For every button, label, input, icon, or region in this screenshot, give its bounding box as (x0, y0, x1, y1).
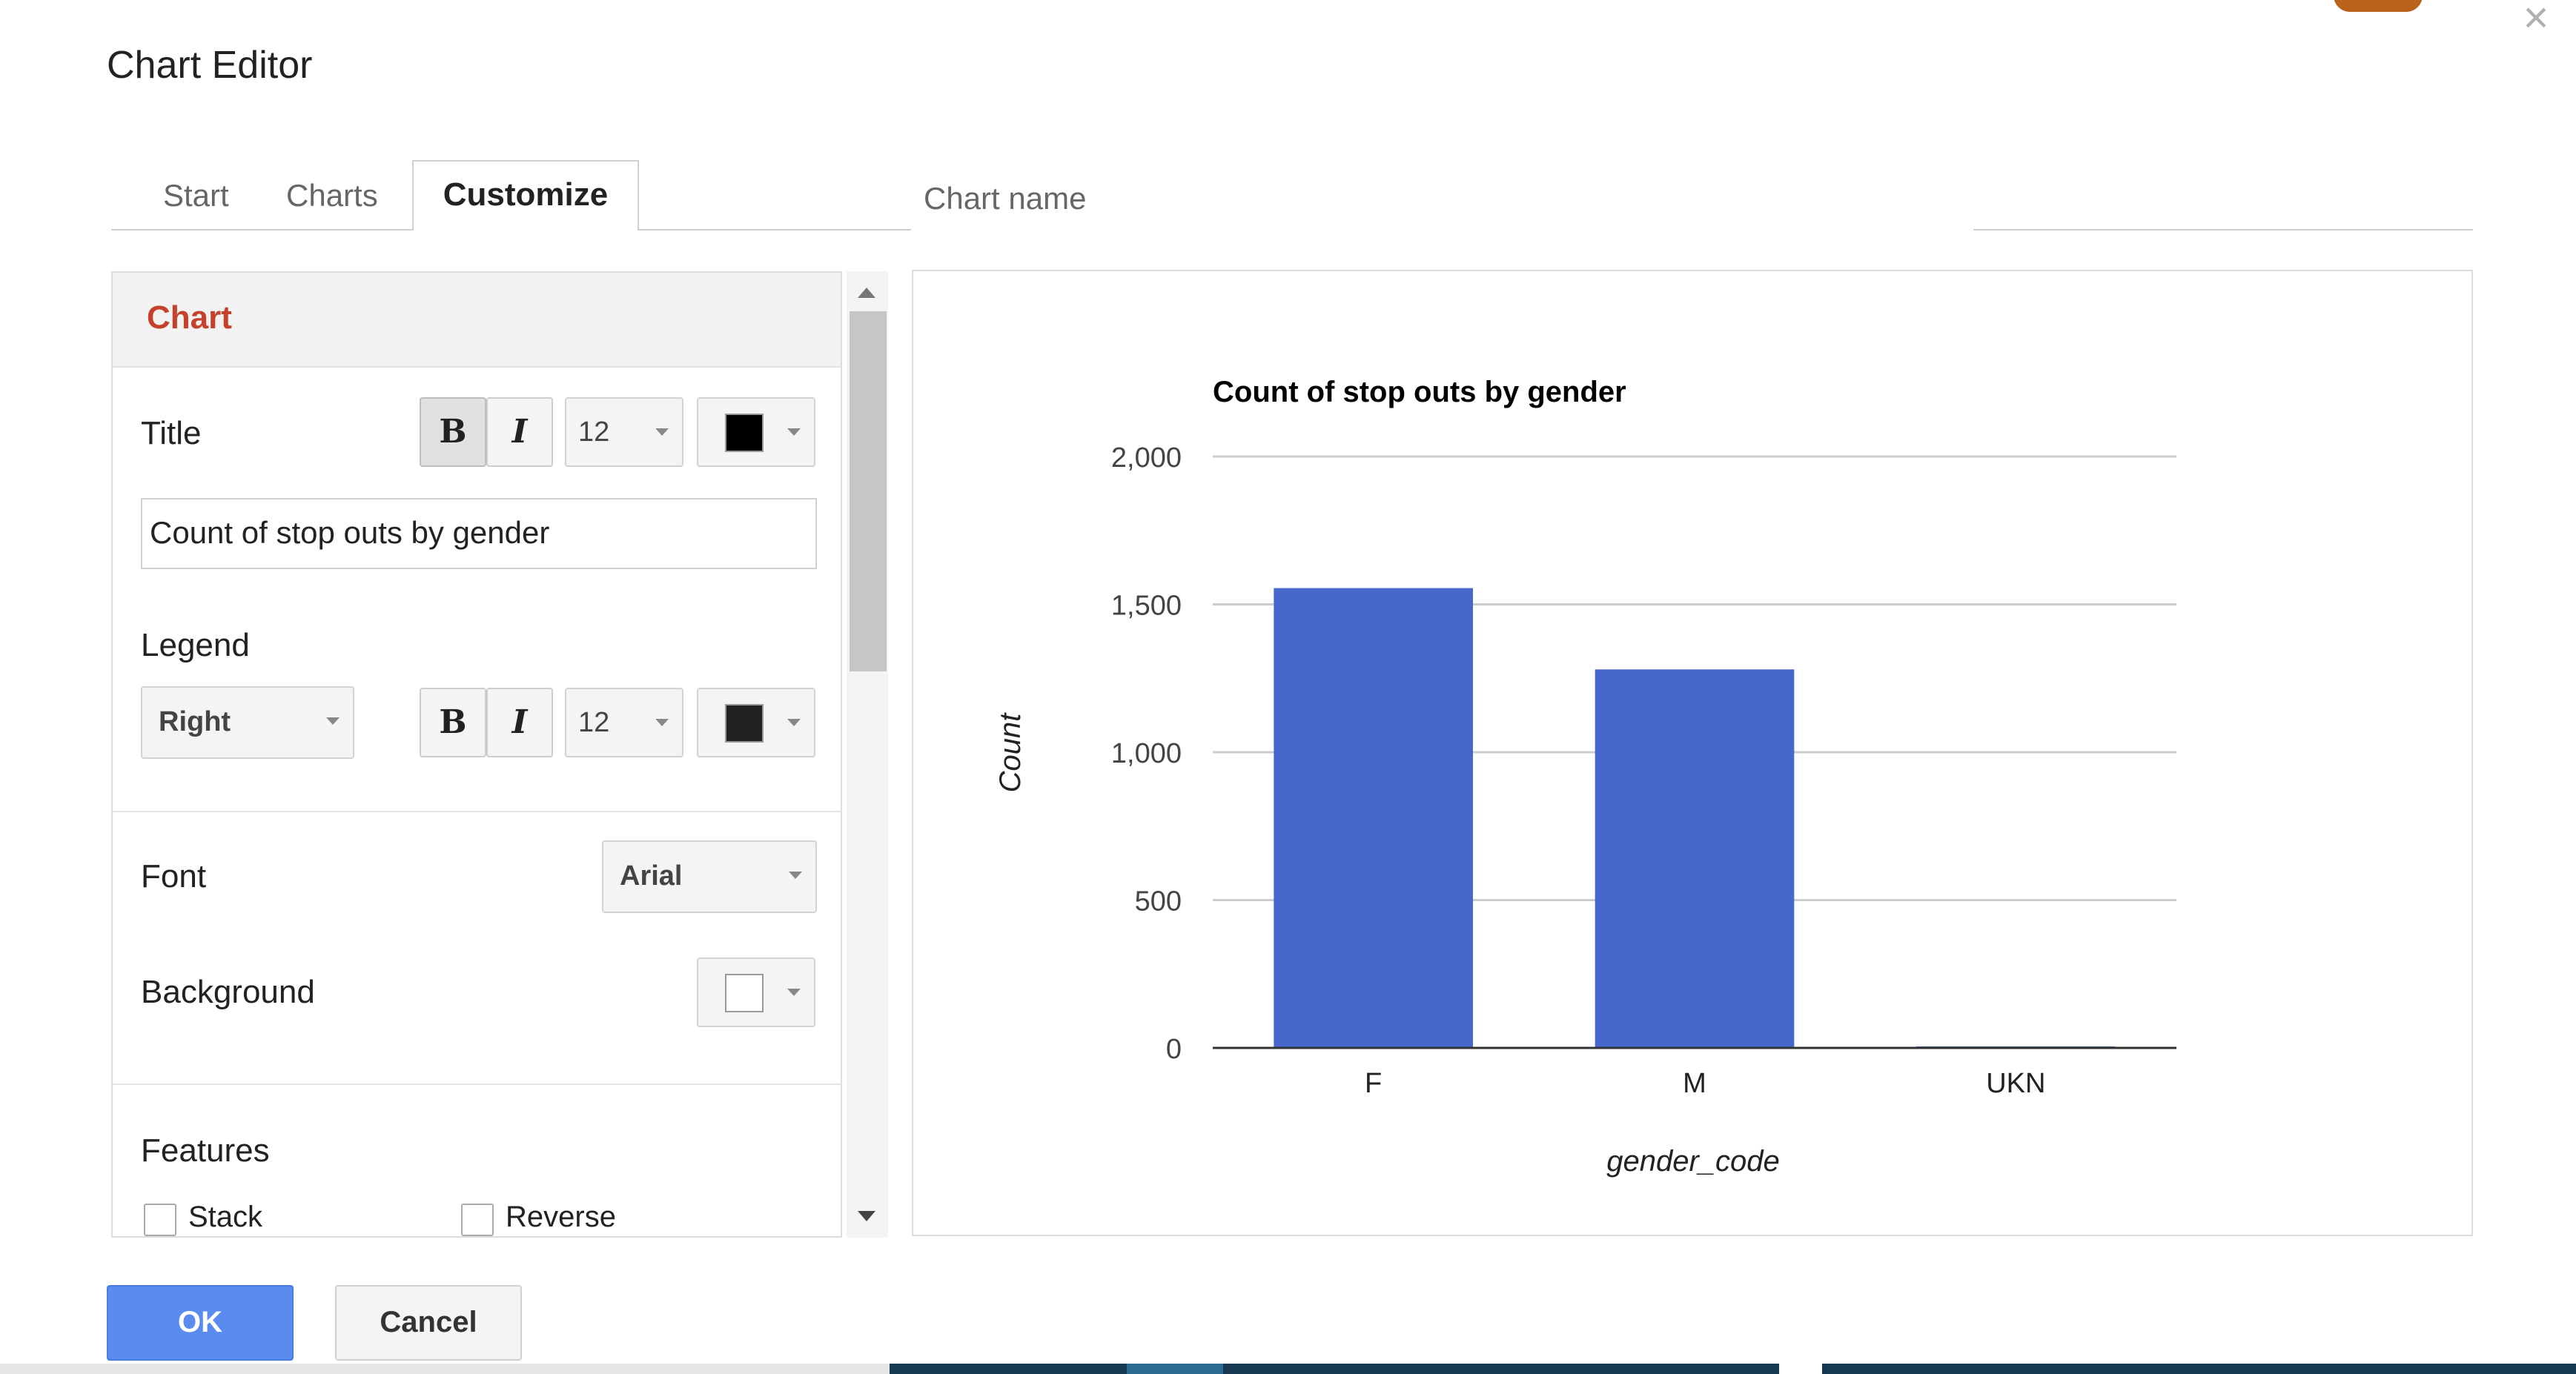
features-label: Features (141, 1132, 270, 1169)
font-family-value: Arial (620, 860, 683, 892)
legend-label: Legend (141, 627, 250, 663)
tab-start[interactable]: Start (163, 175, 229, 222)
title-color-swatch (725, 414, 764, 452)
y-tick-label: 500 (1135, 886, 1182, 917)
title-color-select[interactable] (697, 397, 815, 467)
scroll-up-icon[interactable] (858, 288, 875, 298)
chart-bars (1274, 588, 2116, 1048)
y-axis-label: Count (994, 712, 1027, 793)
chart-name-underline (1973, 229, 2473, 230)
cancel-button[interactable]: Cancel (335, 1285, 522, 1361)
chevron-down-icon (789, 872, 802, 879)
tab-customize[interactable]: Customize (412, 160, 639, 230)
y-tick-label: 1,000 (1111, 738, 1182, 769)
legend-color-swatch (725, 704, 764, 743)
legend-italic-button[interactable]: I (486, 688, 553, 757)
dialog-title: Chart Editor (107, 44, 313, 87)
reverse-checkbox[interactable] (461, 1204, 494, 1236)
background-label: Background (141, 974, 315, 1010)
y-tick-label: 0 (1166, 1034, 1182, 1065)
close-icon[interactable]: × (2517, 0, 2555, 40)
legend-bold-button[interactable]: B (420, 688, 486, 757)
font-family-select[interactable]: Arial (602, 840, 817, 913)
bar-f (1274, 588, 1473, 1048)
legend-font-size-select[interactable]: 12 (565, 688, 683, 757)
section-header[interactable]: Chart (113, 273, 841, 368)
stack-label: Stack (188, 1201, 263, 1233)
y-tick-label: 2,000 (1111, 442, 1182, 474)
scrollbar-thumb[interactable] (850, 311, 887, 671)
title-label: Title (141, 415, 202, 451)
legend-font-size-value: 12 (578, 707, 610, 738)
chevron-down-icon (787, 428, 801, 436)
reverse-label: Reverse (506, 1201, 616, 1233)
customize-panel: Chart Title B I 12 Count of stop outs by… (111, 271, 842, 1238)
taskbar-strip (0, 1364, 890, 1374)
chevron-down-icon (787, 719, 801, 726)
chevron-down-icon (655, 719, 669, 726)
title-bold-button[interactable]: B (420, 397, 486, 467)
bar-chart: Count of stop outs by gender 0 500 1,000 1,… (994, 376, 2176, 1178)
tab-bar-underline (111, 229, 412, 230)
section-title: Chart (147, 299, 232, 336)
scroll-down-icon[interactable] (858, 1211, 875, 1221)
section-divider (113, 811, 841, 812)
taskbar-strip (1779, 1364, 1822, 1374)
chart-preview: Count of stop outs by gender 0 500 1,000 1,… (912, 270, 2473, 1236)
x-tick-label: UKN (1986, 1068, 2045, 1099)
chevron-down-icon (326, 717, 340, 725)
account-badge[interactable] (2334, 0, 2423, 12)
taskbar-strip (890, 1364, 1779, 1374)
ok-button[interactable]: OK (107, 1285, 294, 1361)
y-tick-label: 1,500 (1111, 591, 1182, 622)
x-axis-label: gender_code (1606, 1145, 1780, 1178)
tab-bar-underline-right (639, 229, 911, 230)
legend-color-select[interactable] (697, 688, 815, 757)
background-color-select[interactable] (697, 958, 815, 1027)
section-divider (113, 1083, 841, 1085)
title-italic-button[interactable]: I (486, 397, 553, 467)
chevron-down-icon (655, 428, 669, 436)
font-label: Font (141, 858, 207, 895)
title-font-size-value: 12 (578, 416, 610, 448)
x-tick-label: M (1683, 1068, 1706, 1099)
legend-position-value: Right (159, 706, 231, 737)
taskbar-strip (1127, 1364, 1223, 1374)
stack-checkbox[interactable] (144, 1204, 176, 1236)
title-font-size-select[interactable]: 12 (565, 397, 683, 467)
tab-charts[interactable]: Charts (286, 175, 378, 222)
background-color-swatch (725, 974, 764, 1012)
title-text-input[interactable]: Count of stop outs by gender (141, 498, 817, 569)
chart-name-input[interactable]: Chart name (924, 181, 1086, 216)
taskbar-strip (1822, 1364, 2576, 1374)
bar-m (1595, 669, 1795, 1048)
x-tick-label: F (1365, 1068, 1382, 1099)
chart-title: Count of stop outs by gender (1213, 376, 1626, 408)
chevron-down-icon (787, 989, 801, 996)
legend-position-select[interactable]: Right (141, 686, 354, 759)
